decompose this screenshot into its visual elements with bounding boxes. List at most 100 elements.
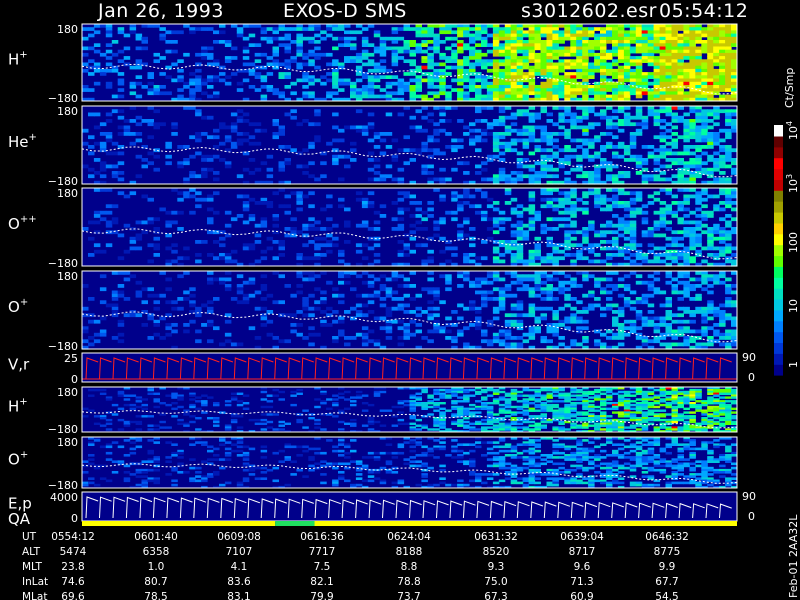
spectrogram-cell [415,313,422,318]
spectrogram-cell [123,424,131,427]
spectrogram-cell [219,72,226,76]
spectrogram-cell [99,122,107,127]
spectrogram-cell [635,91,643,96]
spectrogram-cell [671,78,678,83]
spectrogram-cell [534,72,541,76]
title-instrument: EXOS-D SMS [283,0,407,22]
spectrogram-cell [135,132,143,136]
spectrogram-cell [355,59,363,63]
spectrogram-cell [612,214,619,218]
spectrogram-cell [236,400,244,403]
spectrogram-cell [177,418,184,422]
spectrogram-cell [552,43,559,47]
spectrogram-cell [451,167,458,172]
spectrogram-cell [427,33,434,38]
spectrogram-cell [498,342,506,347]
spectrogram-cell [433,36,440,41]
spectrogram-cell [117,72,125,76]
spectrogram-cell [653,316,661,321]
spectrogram-cell [522,388,530,392]
spectrogram-cell [367,43,375,47]
spectrogram-cell [617,36,625,41]
spectrogram-cell [582,56,589,60]
spectrogram-cell [361,85,369,89]
spectrogram-cell [99,210,107,215]
spectrogram-cell [427,413,434,416]
spectrogram-cell [570,88,577,92]
spectrogram-cell [534,138,541,143]
spectrogram-cell [623,207,631,212]
spectrogram-cell [373,145,381,149]
spectrogram-cell [641,78,649,83]
spectrogram-cell [344,125,351,130]
spectrogram-cell [379,390,387,394]
spectrogram-cell [683,68,690,73]
spectrogram-cell [373,210,381,215]
spectrogram-cell [355,390,363,394]
spectrogram-cell [725,223,732,228]
spectrogram-cell [564,112,571,117]
spectrogram-cell [159,316,166,321]
spectrogram-cell [498,177,506,182]
spectrogram-cell [236,30,244,35]
spectrogram-cell [564,233,571,238]
spectrogram-cell [498,332,506,337]
spectrogram-cell [540,65,547,70]
spectrogram-cell [552,154,559,159]
spectrogram-cell [695,30,702,35]
spectrogram-cell [540,191,547,196]
spectrogram-cell [481,161,488,166]
spectrogram-cell [308,94,315,99]
spectrogram-cell [486,236,494,241]
spectrogram-cell [344,40,351,44]
spectrogram-cell [367,177,375,182]
spectrogram-cell [320,323,327,327]
spectrogram-cell [719,85,726,89]
spectrogram-cell [463,161,470,166]
spectrogram-cell [427,290,434,295]
spectrogram-cell [653,65,661,70]
spectrogram-cell [558,132,565,136]
spectrogram-cell [719,138,726,143]
spectrogram-cell [707,36,714,41]
spectrogram-cell [117,271,125,275]
spectrogram-cell [379,274,387,279]
spectrogram-cell [201,303,208,308]
spectrogram-cell [314,112,321,117]
spectrogram-cell [576,207,583,212]
spectrogram-cell [504,394,512,397]
spectrogram-cell [421,27,428,31]
spectrogram-cell [475,27,482,31]
spectrogram-cell [320,207,327,212]
spectrogram-cell [439,407,446,410]
panel-2: He+180−180 [8,105,738,188]
spectrogram-cell [617,40,625,44]
spectrogram-cell [582,151,589,156]
spectrogram-cell [629,115,637,120]
spectrogram-cell [659,40,667,44]
spectrogram-cell [677,94,684,99]
spectrogram-cell [576,426,583,429]
spectrogram-cell [635,65,643,70]
spectrogram-cell [558,400,565,403]
spectrogram-cell [516,33,524,38]
spectrogram-cell [236,33,244,38]
spectrogram-cell [326,62,333,67]
spectrogram-cell [588,125,595,130]
spectrogram-cell [659,246,667,251]
spectrogram-cell [350,148,357,153]
spectrogram-cell [582,246,589,251]
spectrogram-cell [409,230,416,235]
spectrogram-cell [695,85,702,89]
spectrogram-cell [153,167,160,172]
spectrogram-cell [445,280,452,285]
spectrogram-cell [219,24,226,28]
spectrogram-cell [296,40,303,44]
spectrogram-cell [123,313,131,318]
spectrogram-cell [445,132,452,136]
spectrogram-cell [534,59,541,63]
spectrogram-cell [284,72,291,76]
spectrogram-cell [296,388,303,392]
spectrogram-cell [361,313,369,318]
spectrogram-cell [576,197,583,202]
